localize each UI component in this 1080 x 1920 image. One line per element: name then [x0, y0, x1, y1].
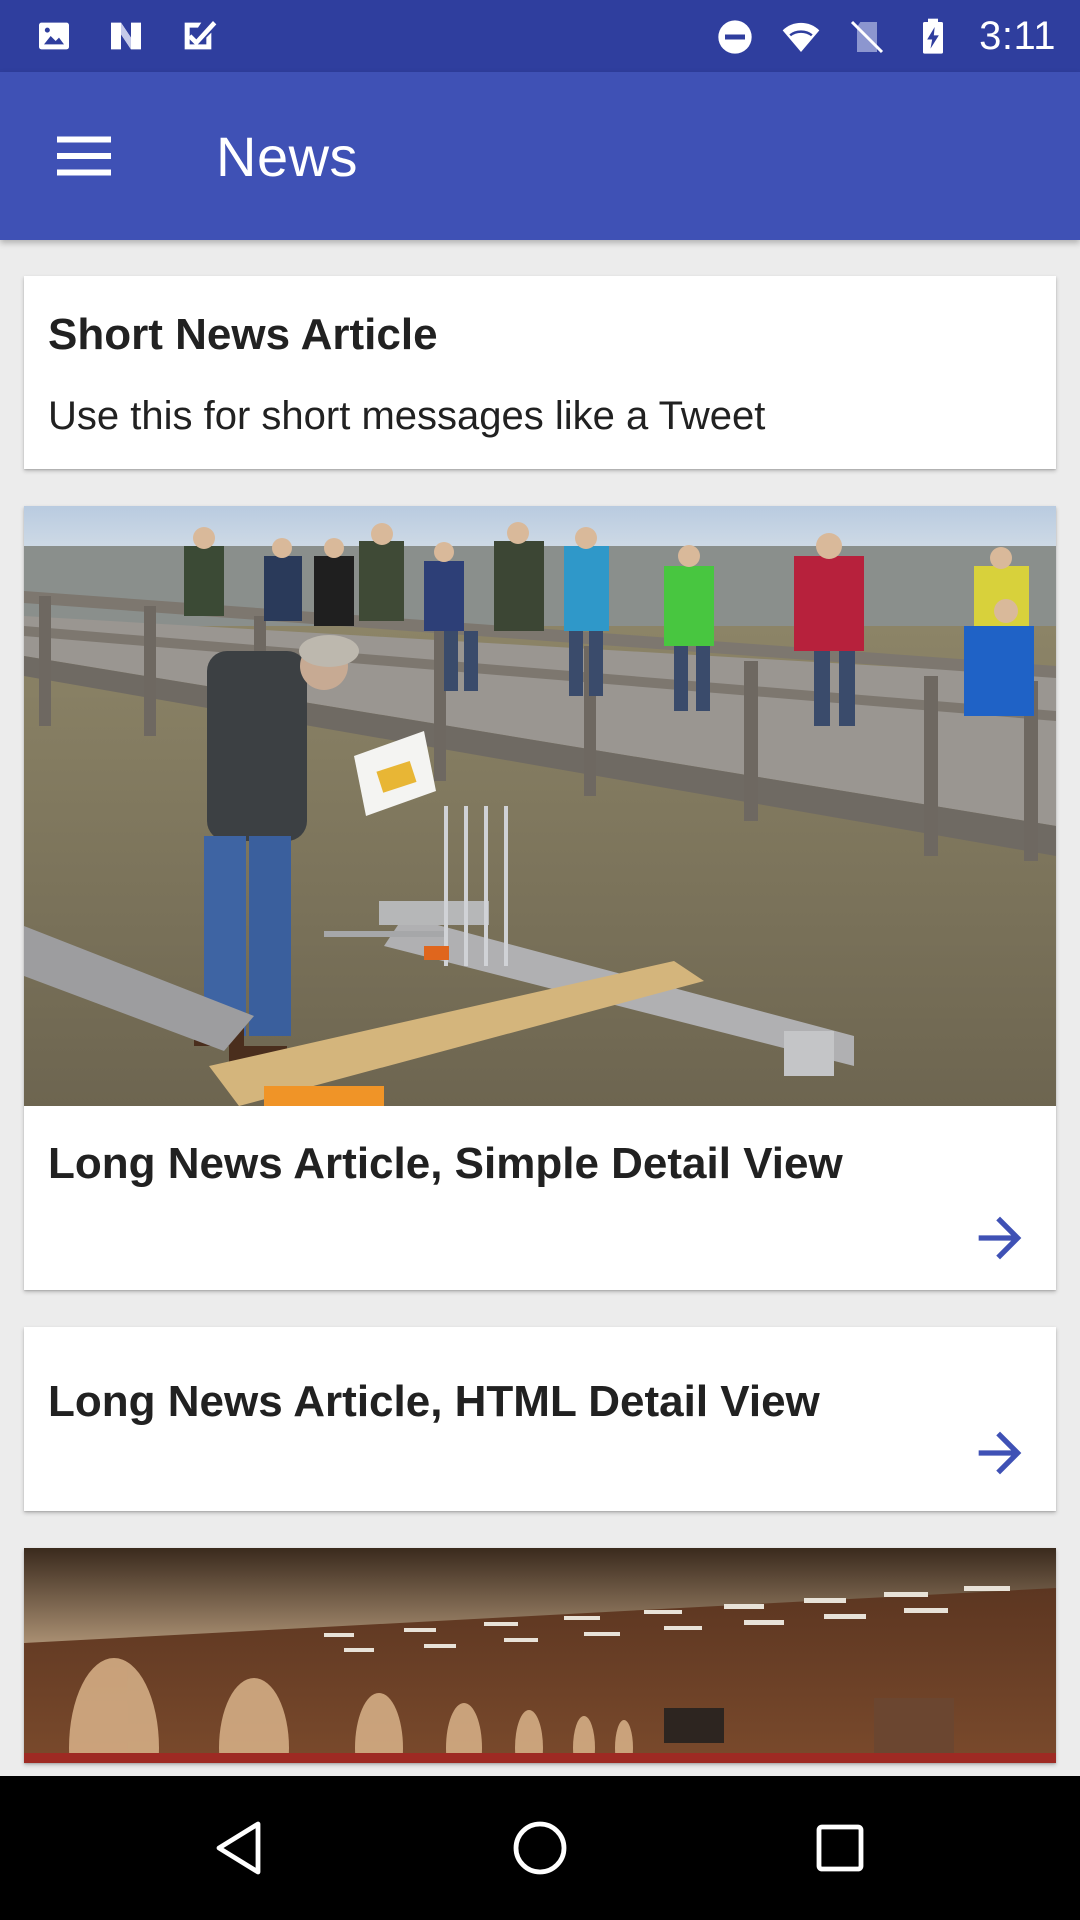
boardwalk-marsh-photo — [24, 506, 1056, 1106]
checkbox-icon — [178, 16, 218, 56]
image-icon — [34, 16, 74, 56]
news-card-short[interactable]: Short News Article Use this for short me… — [24, 276, 1056, 469]
card-summary: Use this for short messages like a Tweet — [48, 394, 766, 438]
status-bar: 3:11 — [0, 0, 1080, 72]
card-title: Long News Article, HTML Detail View — [48, 1377, 820, 1426]
news-card-simple-detail[interactable]: Long News Article, Simple Detail View — [24, 506, 1056, 1290]
arrow-forward-icon[interactable] — [968, 1206, 1032, 1270]
do-not-disturb-icon — [715, 17, 755, 57]
auditorium-photo — [24, 1548, 1056, 1763]
card-title: Long News Article, Simple Detail View — [48, 1139, 843, 1188]
app-bar: News — [0, 72, 1080, 240]
page-title: News — [216, 125, 359, 188]
status-clock: 3:11 — [979, 14, 1056, 58]
back-icon[interactable] — [204, 1812, 276, 1884]
news-card-image[interactable] — [24, 1548, 1056, 1763]
arrow-forward-icon[interactable] — [968, 1421, 1032, 1485]
n-logo-icon — [106, 16, 146, 56]
no-sim-icon — [847, 17, 887, 57]
hamburger-menu-icon[interactable] — [48, 120, 120, 192]
recents-icon[interactable] — [804, 1812, 876, 1884]
navigation-bar — [0, 1776, 1080, 1920]
battery-charging-icon — [913, 17, 953, 57]
news-card-html-detail[interactable]: Long News Article, HTML Detail View — [24, 1327, 1056, 1511]
card-title: Short News Article — [48, 310, 438, 359]
wifi-icon — [781, 17, 821, 57]
home-icon[interactable] — [504, 1812, 576, 1884]
